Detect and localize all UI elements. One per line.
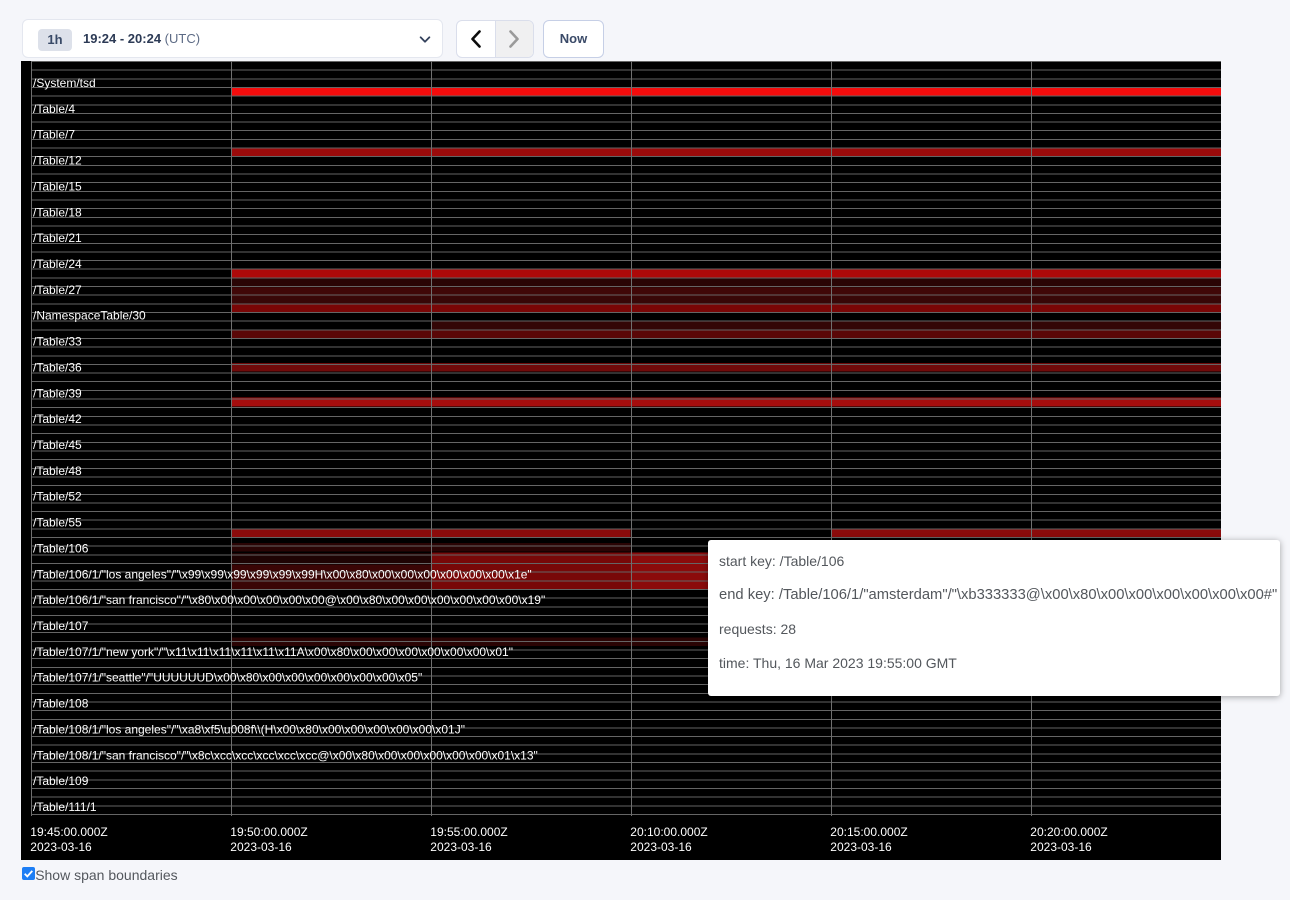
svg-text:19:50:00.000Z: 19:50:00.000Z <box>230 825 307 839</box>
svg-text:/Table/108: /Table/108 <box>33 697 89 711</box>
svg-text:2023-03-16: 2023-03-16 <box>230 840 292 854</box>
svg-text:/System/tsd: /System/tsd <box>33 76 96 90</box>
svg-text:/NamespaceTable/30: /NamespaceTable/30 <box>33 309 146 323</box>
svg-text:/Table/39: /Table/39 <box>33 386 82 400</box>
svg-text:20:20:00.000Z: 20:20:00.000Z <box>1030 825 1107 839</box>
svg-text:2023-03-16: 2023-03-16 <box>30 840 92 854</box>
svg-text:/Table/52: /Table/52 <box>33 490 82 504</box>
svg-text:19:45:00.000Z: 19:45:00.000Z <box>30 825 107 839</box>
svg-text:/Table/45: /Table/45 <box>33 438 82 452</box>
svg-text:/Table/106/1/"san francisco"/": /Table/106/1/"san francisco"/"\x80\x00\x… <box>33 593 545 607</box>
svg-text:/Table/107/1/"new york"/"\x11\: /Table/107/1/"new york"/"\x11\x11\x11\x1… <box>33 645 513 659</box>
svg-text:/Table/33: /Table/33 <box>33 335 82 349</box>
svg-text:/Table/107: /Table/107 <box>33 619 89 633</box>
svg-text:/Table/15: /Table/15 <box>33 179 82 193</box>
svg-text:19:55:00.000Z: 19:55:00.000Z <box>430 825 507 839</box>
svg-text:/Table/36: /Table/36 <box>33 360 82 374</box>
svg-text:20:15:00.000Z: 20:15:00.000Z <box>830 825 907 839</box>
svg-text:/Table/109: /Table/109 <box>33 774 89 788</box>
svg-text:/Table/108/1/"los angeles"/"\x: /Table/108/1/"los angeles"/"\xa8\xf5\u00… <box>33 722 465 736</box>
svg-text:/Table/12: /Table/12 <box>33 154 82 168</box>
svg-text:/Table/21: /Table/21 <box>33 231 82 245</box>
svg-text:/Table/106/1/"los angeles"/"\x: /Table/106/1/"los angeles"/"\x99\x99\x99… <box>33 567 532 581</box>
svg-text:2023-03-16: 2023-03-16 <box>830 840 892 854</box>
svg-text:/Table/107/1/"seattle"/"UUUUUU: /Table/107/1/"seattle"/"UUUUUUD\x00\x80\… <box>33 671 422 685</box>
svg-text:/Table/55: /Table/55 <box>33 516 82 530</box>
svg-text:20:10:00.000Z: 20:10:00.000Z <box>630 825 707 839</box>
svg-text:/Table/111/1: /Table/111/1 <box>33 800 97 814</box>
svg-text:/Table/108/1/"san francisco"/": /Table/108/1/"san francisco"/"\x8c\xcc\x… <box>33 748 538 762</box>
svg-text:/Table/18: /Table/18 <box>33 205 82 219</box>
svg-text:2023-03-16: 2023-03-16 <box>1030 840 1092 854</box>
svg-text:2023-03-16: 2023-03-16 <box>630 840 692 854</box>
svg-text:/Table/24: /Table/24 <box>33 257 82 271</box>
svg-text:/Table/106: /Table/106 <box>33 541 89 555</box>
svg-text:/Table/48: /Table/48 <box>33 464 82 478</box>
svg-text:/Table/27: /Table/27 <box>33 283 82 297</box>
svg-text:/Table/7: /Table/7 <box>33 128 75 142</box>
svg-text:/Table/4: /Table/4 <box>33 102 75 116</box>
svg-text:/Table/42: /Table/42 <box>33 412 82 426</box>
svg-text:2023-03-16: 2023-03-16 <box>430 840 492 854</box>
